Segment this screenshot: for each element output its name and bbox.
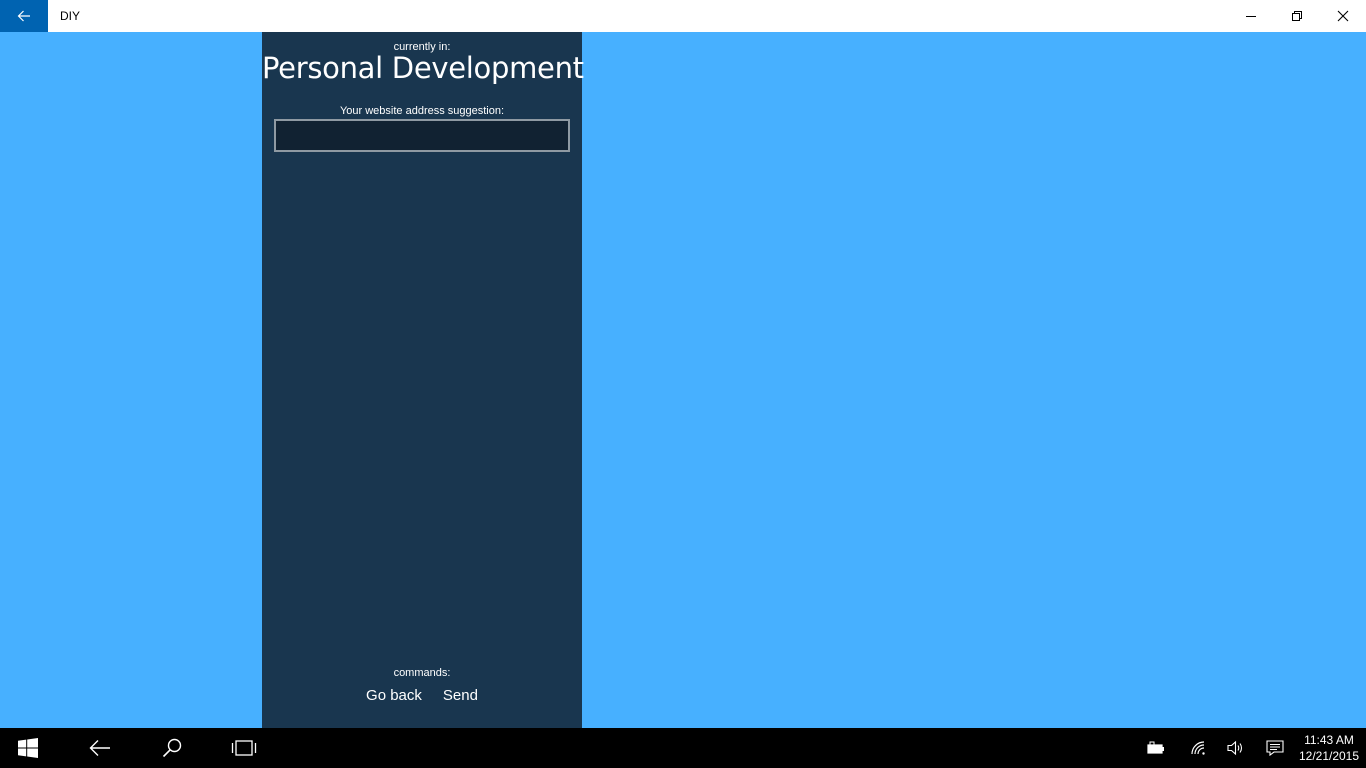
category-title: Personal Development — [262, 51, 584, 85]
minimize-button[interactable] — [1228, 0, 1274, 32]
network-button[interactable] — [1182, 728, 1214, 768]
action-center-icon — [1266, 740, 1284, 756]
wifi-icon — [1191, 741, 1205, 755]
commands-label: commands: — [393, 667, 451, 679]
action-center-button[interactable] — [1259, 728, 1291, 768]
windows-start-icon — [18, 738, 38, 758]
app-canvas: currently in: Personal Development Your … — [0, 32, 1366, 728]
website-address-input[interactable] — [274, 119, 570, 152]
window-title: DIY — [60, 9, 81, 23]
volume-button[interactable] — [1220, 728, 1252, 768]
clock-time: 11:43 AM — [1304, 733, 1354, 747]
back-arrow-icon — [89, 740, 110, 756]
commands-bar: Go back Send — [262, 687, 582, 704]
clock-date: 12/21/2015 — [1298, 749, 1360, 763]
task-view-button[interactable] — [220, 728, 268, 768]
title-bar: DIY — [0, 0, 1366, 32]
close-button[interactable] — [1320, 0, 1366, 32]
restore-button[interactable] — [1274, 0, 1320, 32]
volume-icon — [1227, 740, 1243, 756]
minimize-icon — [1246, 16, 1256, 17]
close-icon — [1337, 10, 1349, 22]
battery-icon — [1147, 741, 1164, 754]
send-command[interactable]: Send — [443, 687, 478, 704]
go-back-command[interactable]: Go back — [366, 687, 422, 704]
start-button[interactable] — [4, 728, 52, 768]
battery-button[interactable] — [1140, 728, 1172, 768]
taskbar: 11:43 AM 12/21/2015 — [0, 728, 1366, 768]
website-address-label: Your website address suggestion: — [339, 105, 505, 117]
restore-icon — [1292, 11, 1302, 21]
clock[interactable]: 11:43 AM 12/21/2015 — [1296, 728, 1362, 768]
taskbar-back-button[interactable] — [76, 728, 124, 768]
window-controls — [1228, 0, 1366, 32]
back-button[interactable] — [0, 0, 48, 32]
suggestion-panel: currently in: Personal Development Your … — [262, 32, 584, 728]
back-arrow-icon — [17, 10, 30, 22]
task-view-icon — [231, 740, 257, 756]
taskbar-search-button[interactable] — [148, 728, 196, 768]
search-icon — [162, 738, 182, 758]
